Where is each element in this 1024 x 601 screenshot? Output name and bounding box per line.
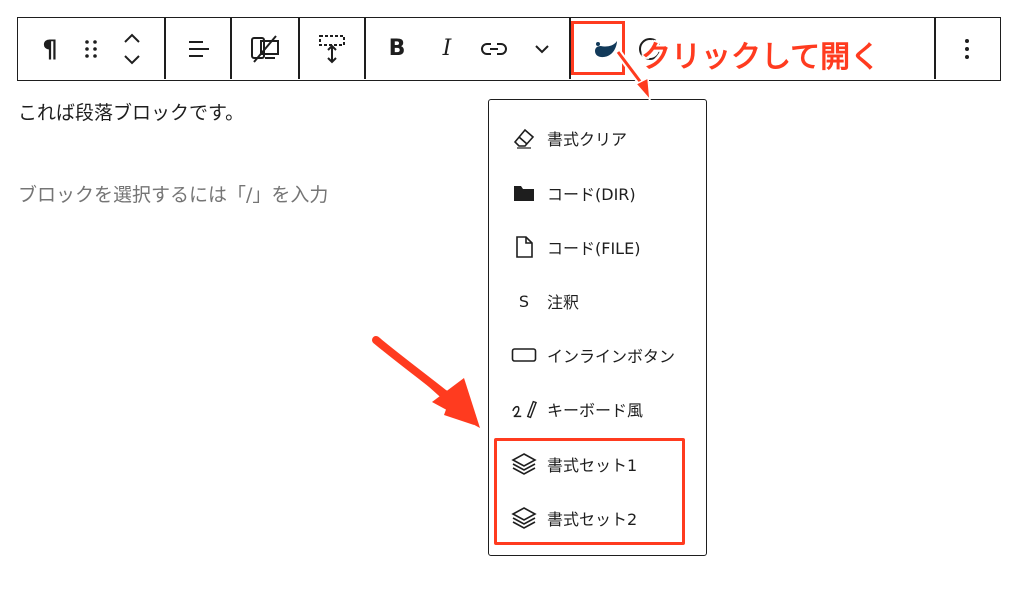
button-outline-icon [511,342,537,368]
toolbar-divider [364,18,366,79]
paragraph-block-button[interactable]: ¶ [38,18,62,79]
file-icon [511,234,537,260]
link-button[interactable] [480,18,508,79]
chevron-up-down-icon [124,33,140,64]
format-set-highlight-box [494,438,685,545]
chevron-down-icon [535,44,549,53]
large-arrow-icon [378,341,474,425]
spacing-button[interactable] [314,18,350,79]
device-hidden-icon [251,34,279,63]
menu-item-label: 注釈 [547,293,580,312]
link-icon [481,42,507,55]
block-placeholder[interactable]: ブロックを選択するには「/」を入力 [18,180,328,207]
options-button[interactable] [954,18,980,79]
menu-item-label: コード(DIR) [547,185,636,204]
device-visibility-button[interactable] [246,18,284,79]
menu-item-label: コード(FILE) [547,239,641,258]
eraser-icon [511,125,537,151]
menu-item-inline-button[interactable]: インラインボタン [511,335,675,375]
move-up-down-button[interactable] [118,18,146,79]
italic-button[interactable]: I [436,18,458,79]
align-button[interactable] [184,18,214,79]
bold-button[interactable]: B [386,18,408,79]
menu-item-clear-format[interactable]: 書式クリア [511,118,627,158]
paragraph-icon: ¶ [42,34,58,63]
drag-handle[interactable] [80,18,102,79]
callout-label: クリックして開く [641,40,881,75]
folder-icon [511,180,537,206]
drag-handle-icon [85,39,97,58]
toolbar-divider [934,18,936,79]
more-vertical-icon [965,38,969,59]
align-left-icon [189,40,209,57]
menu-item-label: 書式クリア [547,130,628,149]
menu-item-label: キーボード風 [547,401,644,420]
toolbar-divider [230,18,232,79]
italic-icon: I [442,36,452,61]
keyboard-pen-icon [511,396,537,422]
bold-icon: B [388,36,406,61]
menu-item-annotation[interactable]: S 注釈 [511,281,579,321]
toolbar-divider [298,18,300,79]
menu-item-code-file[interactable]: コード(FILE) [511,227,640,267]
toggle-highlight-box [571,21,625,75]
more-formats-button[interactable] [530,18,554,79]
s-letter-icon: S [518,291,530,311]
toolbar-divider [164,18,166,79]
menu-item-label: インラインボタン [547,347,676,366]
vertical-spacing-icon [319,34,345,63]
paragraph-block[interactable]: これば段落ブロックです。 [18,98,244,125]
menu-item-code-dir[interactable]: コード(DIR) [511,173,636,213]
menu-item-keyboard-style[interactable]: キーボード風 [511,389,643,429]
